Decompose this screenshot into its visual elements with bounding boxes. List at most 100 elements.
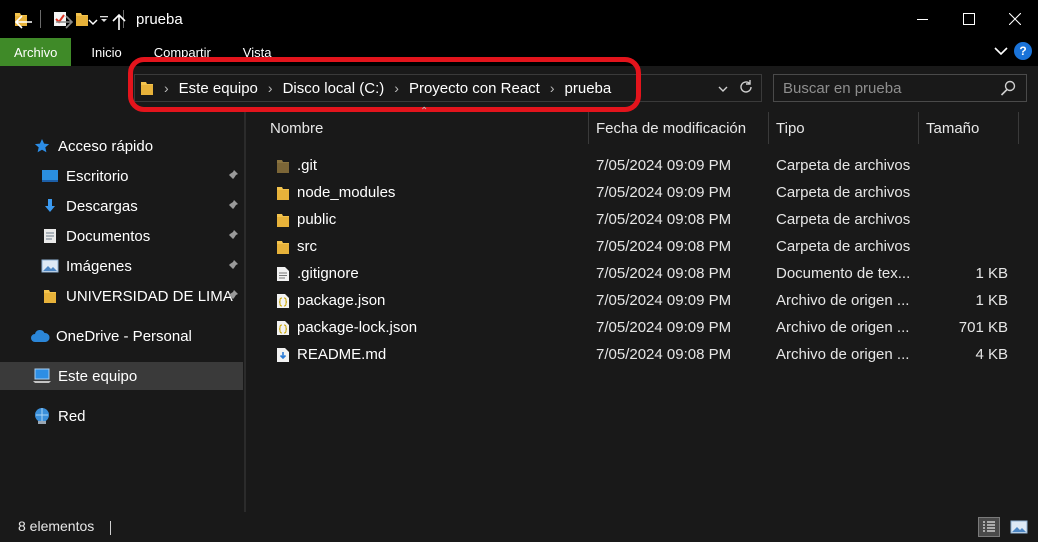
file-date: 7/05/2024 09:08 PM xyxy=(596,346,732,363)
file-name-cell: src xyxy=(274,233,317,260)
file-type: Archivo de origen ... xyxy=(776,346,910,363)
column-divider[interactable] xyxy=(918,112,919,144)
file-row[interactable]: package.json 7/05/2024 09:09 PM Archivo … xyxy=(266,287,1026,314)
column-header-date[interactable]: Fecha de modificación xyxy=(596,112,766,144)
download-icon xyxy=(40,196,60,216)
large-icons-view-button[interactable] xyxy=(1008,517,1030,537)
file-date: 7/05/2024 09:09 PM xyxy=(596,292,732,309)
file-size xyxy=(918,206,1008,233)
sidebar-item-label: OneDrive - Personal xyxy=(56,327,192,345)
sidebar-item-label: Descargas xyxy=(66,197,138,215)
file-row[interactable]: src 7/05/2024 09:08 PM Carpeta de archiv… xyxy=(266,233,1026,260)
pin-icon[interactable] xyxy=(227,199,239,217)
expand-ribbon-icon[interactable] xyxy=(994,43,1008,59)
recent-locations-button[interactable] xyxy=(86,10,100,34)
maximize-button[interactable] xyxy=(946,0,992,38)
annotation-highlight-ring xyxy=(128,57,641,112)
column-divider[interactable] xyxy=(768,112,769,144)
close-button[interactable] xyxy=(992,0,1038,38)
refresh-icon[interactable] xyxy=(738,79,754,98)
sidebar-item-label: UNIVERSIDAD DE LIMA xyxy=(66,287,233,305)
file-type: Carpeta de archivos xyxy=(776,157,911,174)
sidebar-item-imagenes[interactable]: Imágenes xyxy=(0,252,243,280)
file-row[interactable]: package-lock.json 7/05/2024 09:09 PM Arc… xyxy=(266,314,1026,341)
sidebar-item-documentos[interactable]: Documentos xyxy=(0,222,243,250)
file-name: public xyxy=(297,211,337,228)
file-row[interactable]: .git 7/05/2024 09:09 PM Carpeta de archi… xyxy=(266,152,1026,179)
file-size: 1 KB xyxy=(975,292,1008,309)
file-name: package.json xyxy=(297,292,386,309)
file-name-cell: .git xyxy=(274,152,317,179)
sidebar-item-universidad-de-lima[interactable]: UNIVERSIDAD DE LIMA xyxy=(0,282,243,310)
file-size: 4 KB xyxy=(975,346,1008,363)
file-name: package-lock.json xyxy=(297,319,418,336)
address-dropdown-icon[interactable] xyxy=(718,80,728,96)
file-date: 7/05/2024 09:09 PM xyxy=(596,184,732,201)
tab-inicio[interactable]: Inicio xyxy=(75,38,137,66)
details-view-button[interactable] xyxy=(978,517,1000,537)
network-icon xyxy=(32,406,52,426)
folder-icon xyxy=(40,286,60,306)
column-divider[interactable] xyxy=(1018,112,1019,144)
file-size xyxy=(918,152,1008,179)
sidebar-item-descargas[interactable]: Descargas xyxy=(0,192,243,220)
back-button[interactable] xyxy=(12,10,36,34)
column-header-label: Tipo xyxy=(776,119,805,137)
pin-icon[interactable] xyxy=(227,289,239,307)
up-button[interactable] xyxy=(108,10,130,34)
search-icon[interactable] xyxy=(1000,80,1016,99)
sidebar-item-onedrive[interactable]: OneDrive - Personal xyxy=(0,322,243,350)
pin-icon[interactable] xyxy=(227,169,239,187)
column-header-type[interactable]: Tipo xyxy=(776,112,916,144)
file-size: 1 KB xyxy=(975,265,1008,282)
column-header-name[interactable]: Nombre xyxy=(270,112,586,144)
column-header-size[interactable]: Tamaño xyxy=(926,112,1016,144)
file-row[interactable]: node_modules 7/05/2024 09:09 PM Carpeta … xyxy=(266,179,1026,206)
sidebar-item-label: Imágenes xyxy=(66,257,132,275)
sidebar-item-escritorio[interactable]: Escritorio xyxy=(0,162,243,190)
chevron-down-icon xyxy=(88,19,98,26)
pane-divider[interactable] xyxy=(244,112,246,512)
pin-icon[interactable] xyxy=(227,229,239,247)
file-row[interactable]: public 7/05/2024 09:08 PM Carpeta de arc… xyxy=(266,206,1026,233)
file-date: 7/05/2024 09:08 PM xyxy=(596,211,732,228)
sidebar-item-label: Este equipo xyxy=(58,367,138,385)
computer-icon xyxy=(32,366,52,386)
tab-archivo[interactable]: Archivo xyxy=(0,38,72,66)
file-type: Archivo de origen ... xyxy=(776,292,910,309)
sidebar-item-red[interactable]: Red xyxy=(0,402,243,430)
file-type: Carpeta de archivos xyxy=(776,211,911,228)
sidebar-item-acceso-rapido[interactable]: Acceso rápido xyxy=(0,132,243,160)
forward-button[interactable] xyxy=(52,10,76,34)
desktop-icon xyxy=(40,166,60,186)
file-date: 7/05/2024 09:09 PM xyxy=(596,157,732,174)
sidebar-item-label: Escritorio xyxy=(66,167,129,185)
file-name-cell: README.md xyxy=(274,341,386,368)
arrow-right-icon xyxy=(56,15,73,29)
file-date: 7/05/2024 09:08 PM xyxy=(596,238,732,255)
column-header-label: Fecha de modificación xyxy=(596,119,747,137)
sidebar-item-label: Documentos xyxy=(66,227,151,245)
document-icon xyxy=(40,226,60,246)
title-bar: prueba xyxy=(0,0,1038,38)
window-controls xyxy=(900,0,1038,38)
sidebar-item-este-equipo[interactable]: Este equipo xyxy=(0,362,243,390)
file-name-cell: public xyxy=(274,206,336,233)
pictures-icon xyxy=(40,256,60,276)
search-box[interactable] xyxy=(773,74,1027,102)
pin-icon[interactable] xyxy=(227,259,239,277)
sidebar-item-label: Red xyxy=(58,407,86,425)
sidebar-item-label: Acceso rápido xyxy=(58,137,154,155)
search-input[interactable] xyxy=(783,79,983,97)
minimize-button[interactable] xyxy=(900,0,946,38)
file-name: node_modules xyxy=(297,184,396,201)
file-row[interactable]: README.md 7/05/2024 09:08 PM Archivo de … xyxy=(266,341,1026,368)
file-type: Carpeta de archivos xyxy=(776,238,911,255)
file-row[interactable]: .gitignore 7/05/2024 09:08 PM Documento … xyxy=(266,260,1026,287)
help-icon[interactable]: ? xyxy=(1014,42,1032,60)
file-type: Carpeta de archivos xyxy=(776,184,911,201)
file-name-cell: node_modules xyxy=(274,179,395,206)
column-divider[interactable] xyxy=(588,112,589,144)
file-size xyxy=(918,179,1008,206)
folder-icon xyxy=(274,211,292,229)
